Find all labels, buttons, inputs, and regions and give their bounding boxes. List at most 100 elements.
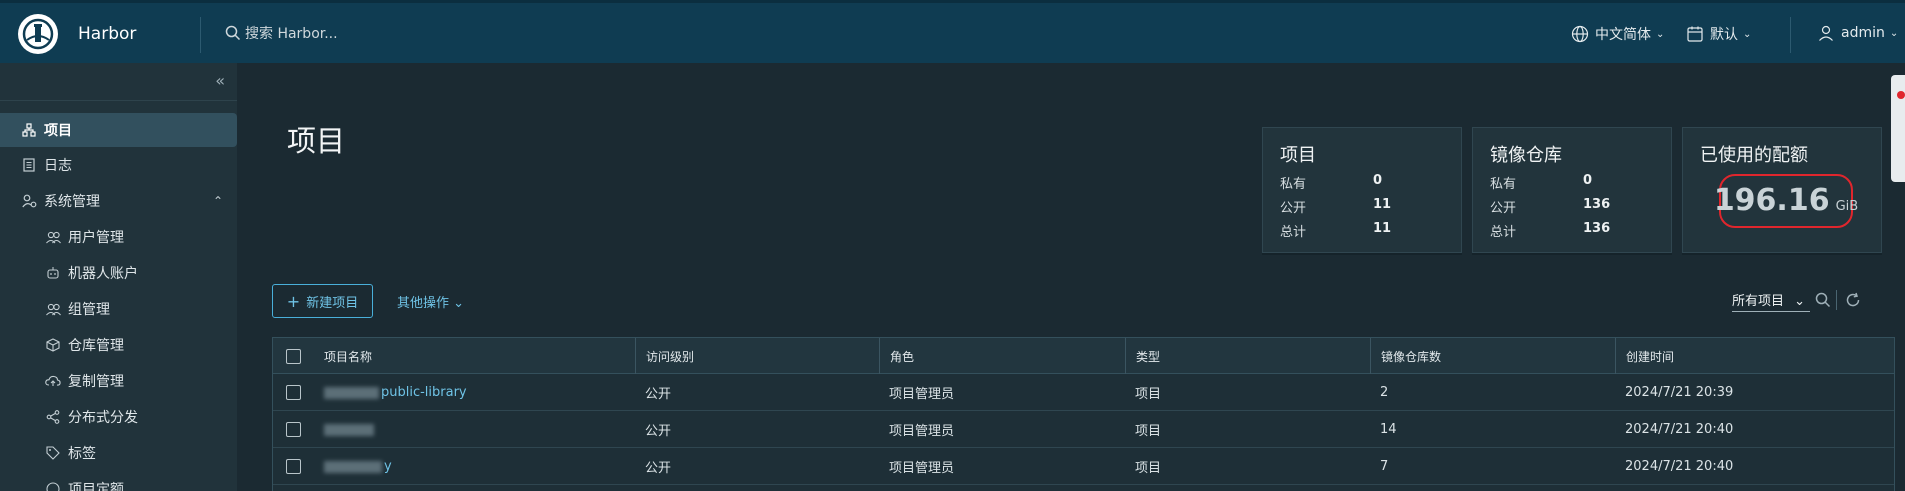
project-filter-select[interactable]: 所有项目 ⌄ (1732, 290, 1810, 312)
header-divider (1790, 17, 1791, 53)
sidebar-item-label: 组管理 (68, 302, 110, 318)
filter-label: 所有项目 (1732, 294, 1785, 309)
header-divider (200, 17, 201, 53)
type: 项目 (1135, 387, 1162, 402)
column-header-access[interactable]: 访问级别 (635, 338, 694, 374)
refresh-icon[interactable] (1845, 292, 1861, 312)
sidebar-item-label: 机器人账户 (68, 266, 138, 282)
sidebar-item-label: 分布式分发 (68, 410, 138, 426)
chevron-down-icon: ⌄ (1656, 28, 1665, 40)
table-row[interactable]: 公开 项目管理员 项目 14 2024/7/21 20:40 (273, 411, 1894, 448)
stat-private: 私有 0 (1490, 173, 1593, 192)
table-row[interactable]: y 公开 项目管理员 项目 7 2024/7/21 20:40 (273, 448, 1894, 485)
row-checkbox[interactable] (286, 422, 301, 437)
admin-icon (20, 194, 38, 208)
created-time: 2024/7/21 20:40 (1625, 459, 1734, 474)
new-project-button[interactable]: + 新建项目 (272, 284, 373, 318)
sidebar-item-label: 日志 (44, 158, 72, 174)
notification-badge (1897, 91, 1905, 99)
repositories-summary-card: 镜像仓库 私有 0 公开 136 总计 136 (1472, 127, 1672, 253)
table-row[interactable]: public-library 公开 项目管理员 项目 2 2024/7/21 2… (273, 374, 1894, 411)
repo-count: 2 (1380, 385, 1389, 400)
registry-icon (44, 338, 62, 352)
projects-table: 项目名称 访问级别 角色 类型 镜像仓库数 创建时间 public-librar… (272, 337, 1895, 491)
sidebar-item-administration[interactable]: 系统管理 ⌃ (0, 184, 237, 218)
global-search[interactable]: 搜索 Harbor... (225, 23, 338, 43)
app-name: Harbor (78, 24, 137, 44)
access-level: 公开 (645, 387, 672, 402)
sidebar-item-label: 复制管理 (68, 374, 124, 390)
plus-icon: + (286, 291, 301, 311)
project-name-link[interactable] (314, 411, 376, 448)
username: admin (1841, 25, 1885, 41)
users-icon (44, 231, 62, 244)
sidebar-item-labels[interactable]: 标签 (0, 436, 237, 470)
repo-count: 7 (1380, 459, 1389, 474)
sidebar-item-label: 用户管理 (68, 230, 124, 246)
sidebar-item-label: 项目 (44, 123, 72, 139)
harbor-logo-icon (18, 14, 58, 54)
sidebar-item-replications[interactable]: 复制管理 (0, 364, 237, 398)
search-icon (225, 25, 241, 41)
language-selector[interactable]: 中文简体 ⌄ (1571, 24, 1664, 44)
search-placeholder[interactable]: 搜索 Harbor... (245, 23, 338, 43)
sidebar-item-groups[interactable]: 组管理 (0, 292, 237, 326)
sidebar-item-logs[interactable]: 日志 (0, 148, 237, 182)
type: 项目 (1135, 424, 1162, 439)
select-all-checkbox[interactable] (286, 349, 301, 364)
card-title: 已使用的配额 (1700, 145, 1808, 166)
share-icon (44, 410, 62, 424)
datetime-format-selector[interactable]: 默认 ⌄ (1686, 24, 1751, 44)
quota-used-value: 196.16 GiB (1714, 174, 1858, 228)
sidebar-item-label: 标签 (68, 446, 96, 462)
column-header-name[interactable]: 项目名称 (314, 338, 372, 374)
group-icon (44, 303, 62, 316)
sidebar-item-robot-accounts[interactable]: 机器人账户 (0, 256, 237, 290)
sidebar: « 项目 日志 系统管理 ⌃ 用户管理 机器人账户 组管理 仓库管理 复制管理 … (0, 63, 237, 491)
collapse-sidebar-icon[interactable]: « (215, 71, 225, 90)
search-icon[interactable] (1815, 292, 1831, 312)
stat-total: 总计 11 (1280, 221, 1392, 240)
row-checkbox[interactable] (286, 459, 301, 474)
quota-number: 196.16 (1713, 183, 1830, 218)
new-project-label: 新建项目 (306, 295, 359, 311)
top-header: Harbor 搜索 Harbor... 中文简体 ⌄ 默认 ⌄ admin ⌄ (0, 0, 1905, 63)
column-header-type[interactable]: 类型 (1125, 338, 1160, 374)
chevron-down-icon: ⌄ (1889, 27, 1899, 39)
replication-icon (44, 375, 62, 387)
row-checkbox[interactable] (286, 385, 301, 400)
sidebar-item-label: 项目定额 (68, 482, 124, 491)
role: 项目管理员 (889, 387, 955, 402)
stat-public: 公开 136 (1490, 197, 1611, 216)
sidebar-item-distributions[interactable]: 分布式分发 (0, 400, 237, 434)
robot-icon (44, 266, 62, 280)
project-name-link[interactable]: public-library (314, 374, 467, 411)
tag-icon (44, 446, 62, 460)
stat-private: 私有 0 (1280, 173, 1383, 192)
sidebar-item-user-management[interactable]: 用户管理 (0, 220, 237, 254)
column-header-created[interactable]: 创建时间 (1615, 338, 1674, 374)
quota-icon (44, 482, 62, 491)
column-header-role[interactable]: 角色 (879, 338, 914, 374)
project-name-link[interactable]: y (314, 448, 392, 485)
access-level: 公开 (645, 461, 672, 476)
quota-unit: GiB (1835, 199, 1859, 214)
sidebar-item-project-quotas[interactable]: 项目定额 (0, 472, 237, 491)
stat-public: 公开 11 (1280, 197, 1392, 216)
chevron-down-icon: ⌄ (1794, 294, 1806, 309)
sidebar-item-projects[interactable]: 项目 (0, 113, 237, 147)
page-title: 项目 (287, 124, 346, 158)
projects-summary-card: 项目 私有 0 公开 11 总计 11 (1262, 127, 1462, 253)
brand[interactable]: Harbor (18, 14, 136, 54)
sidebar-divider (0, 100, 237, 101)
user-icon (1819, 25, 1833, 41)
user-menu[interactable]: admin ⌄ (1817, 24, 1898, 42)
role: 项目管理员 (889, 461, 955, 476)
redacted-text (324, 423, 374, 436)
sidebar-item-label: 仓库管理 (68, 338, 124, 354)
other-actions-dropdown[interactable]: 其他操作 ⌄ (397, 292, 464, 311)
chevron-up-icon: ⌃ (212, 194, 223, 208)
redacted-text (324, 386, 379, 399)
column-header-repo-count[interactable]: 镜像仓库数 (1370, 338, 1441, 374)
sidebar-item-registries[interactable]: 仓库管理 (0, 328, 237, 362)
